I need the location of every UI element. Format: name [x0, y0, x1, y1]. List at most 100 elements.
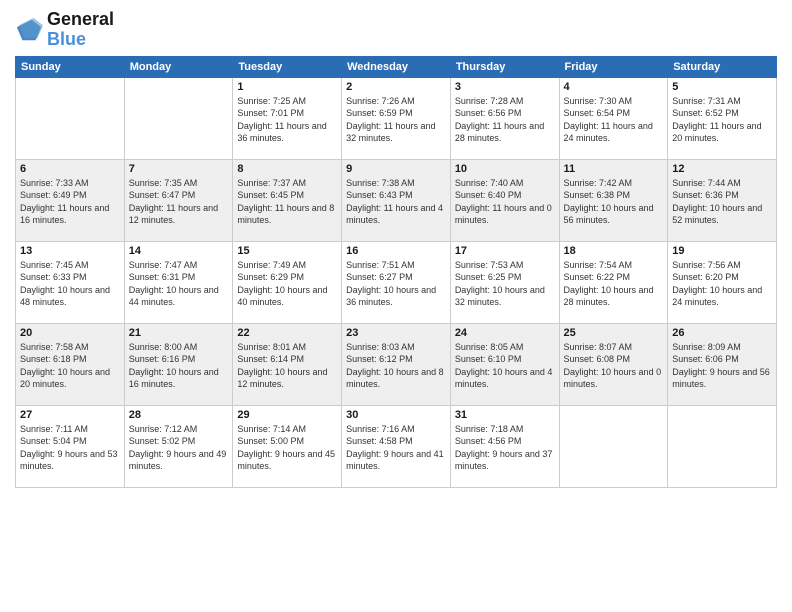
calendar-week-row: 20Sunrise: 7:58 AM Sunset: 6:18 PM Dayli… [16, 323, 777, 405]
table-row: 18Sunrise: 7:54 AM Sunset: 6:22 PM Dayli… [559, 241, 668, 323]
day-number: 26 [672, 327, 772, 339]
day-info: Sunrise: 7:25 AM Sunset: 7:01 PM Dayligh… [237, 95, 337, 145]
col-saturday: Saturday [668, 56, 777, 77]
col-thursday: Thursday [450, 56, 559, 77]
calendar-week-row: 13 Sunrise: 7:45 AM Sunset: 6:33 PM Dayli… [16, 241, 777, 323]
col-sunday: Sunday [16, 56, 125, 77]
table-row [124, 77, 233, 159]
day-number: 12 [672, 163, 772, 175]
day-info: Sunrise: 7:30 AM Sunset: 6:54 PM Dayligh… [564, 95, 664, 145]
day-number: 16 [346, 245, 446, 257]
day-info: Sunrise: 7:47 AM Sunset: 6:31 PM Dayligh… [129, 259, 229, 309]
day-info: Sunrise: 7:28 AM Sunset: 6:56 PM Dayligh… [455, 95, 555, 145]
day-number: 27 [20, 409, 120, 421]
table-row: 11Sunrise: 7:42 AM Sunset: 6:38 PM Dayli… [559, 159, 668, 241]
table-row: 14 Sunrise: 7:47 AM Sunset: 6:31 PM Dayli… [124, 241, 233, 323]
table-row: 15Sunrise: 7:49 AM Sunset: 6:29 PM Dayli… [233, 241, 342, 323]
day-number: 25 [564, 327, 664, 339]
day-info: Sunrise: 7:53 AM Sunset: 6:25 PM Dayligh… [455, 259, 555, 309]
day-number: 13 [20, 245, 120, 257]
day-info: Sunrise: 7:44 AM Sunset: 6:36 PM Dayligh… [672, 177, 772, 227]
table-row: 21 Sunrise: 8:00 AM Sunset: 6:16 PM Dayli… [124, 323, 233, 405]
day-number: 28 [129, 409, 229, 421]
table-row: 4 Sunrise: 7:30 AM Sunset: 6:54 PM Daylig… [559, 77, 668, 159]
day-number: 15 [237, 245, 337, 257]
day-info: Sunrise: 8:00 AM Sunset: 6:16 PM Dayligh… [129, 341, 229, 391]
day-info: Sunrise: 7:45 AM Sunset: 6:33 PM Dayligh… [20, 259, 120, 309]
day-info: Sunrise: 7:11 AM Sunset: 5:04 PM Dayligh… [20, 423, 120, 473]
day-number: 9 [346, 163, 446, 175]
table-row: 26Sunrise: 8:09 AM Sunset: 6:06 PM Dayli… [668, 323, 777, 405]
table-row: 8Sunrise: 7:37 AM Sunset: 6:45 PM Daylig… [233, 159, 342, 241]
table-row: 9 Sunrise: 7:38 AM Sunset: 6:43 PM Daylig… [342, 159, 451, 241]
table-row: 7 Sunrise: 7:35 AM Sunset: 6:47 PM Daylig… [124, 159, 233, 241]
day-number: 21 [129, 327, 229, 339]
day-info: Sunrise: 7:14 AM Sunset: 5:00 PM Dayligh… [237, 423, 337, 473]
day-number: 4 [564, 81, 664, 93]
table-row: 10 Sunrise: 7:40 AM Sunset: 6:40 PM Dayli… [450, 159, 559, 241]
day-info: Sunrise: 7:26 AM Sunset: 6:59 PM Dayligh… [346, 95, 446, 145]
table-row [668, 405, 777, 487]
table-row: 25 Sunrise: 8:07 AM Sunset: 6:08 PM Dayli… [559, 323, 668, 405]
day-number: 19 [672, 245, 772, 257]
table-row: 5 Sunrise: 7:31 AM Sunset: 6:52 PM Daylig… [668, 77, 777, 159]
table-row [16, 77, 125, 159]
day-info: Sunrise: 8:01 AM Sunset: 6:14 PM Dayligh… [237, 341, 337, 391]
col-tuesday: Tuesday [233, 56, 342, 77]
day-number: 3 [455, 81, 555, 93]
table-row: 2 Sunrise: 7:26 AM Sunset: 6:59 PM Daylig… [342, 77, 451, 159]
col-friday: Friday [559, 56, 668, 77]
logo-blue: Blue [47, 30, 114, 50]
calendar-week-row: 1 Sunrise: 7:25 AM Sunset: 7:01 PM Daylig… [16, 77, 777, 159]
col-monday: Monday [124, 56, 233, 77]
day-number: 17 [455, 245, 555, 257]
day-number: 6 [20, 163, 120, 175]
day-info: Sunrise: 7:33 AM Sunset: 6:49 PM Dayligh… [20, 177, 120, 227]
day-info: Sunrise: 7:16 AM Sunset: 4:58 PM Dayligh… [346, 423, 446, 473]
day-number: 31 [455, 409, 555, 421]
day-number: 22 [237, 327, 337, 339]
table-row: 1 Sunrise: 7:25 AM Sunset: 7:01 PM Daylig… [233, 77, 342, 159]
day-number: 30 [346, 409, 446, 421]
logo: General Blue [15, 10, 114, 50]
day-number: 14 [129, 245, 229, 257]
table-row: 20Sunrise: 7:58 AM Sunset: 6:18 PM Dayli… [16, 323, 125, 405]
day-info: Sunrise: 7:31 AM Sunset: 6:52 PM Dayligh… [672, 95, 772, 145]
day-number: 1 [237, 81, 337, 93]
logo-general: General [47, 10, 114, 30]
day-info: Sunrise: 7:40 AM Sunset: 6:40 PM Dayligh… [455, 177, 555, 227]
day-info: Sunrise: 8:07 AM Sunset: 6:08 PM Dayligh… [564, 341, 664, 391]
day-info: Sunrise: 7:35 AM Sunset: 6:47 PM Dayligh… [129, 177, 229, 227]
day-info: Sunrise: 8:03 AM Sunset: 6:12 PM Dayligh… [346, 341, 446, 391]
day-number: 18 [564, 245, 664, 257]
day-info: Sunrise: 7:37 AM Sunset: 6:45 PM Dayligh… [237, 177, 337, 227]
table-row: 30 Sunrise: 7:16 AM Sunset: 4:58 PM Dayli… [342, 405, 451, 487]
day-info: Sunrise: 8:05 AM Sunset: 6:10 PM Dayligh… [455, 341, 555, 391]
table-row: 31 Sunrise: 7:18 AM Sunset: 4:56 PM Dayli… [450, 405, 559, 487]
day-number: 11 [564, 163, 664, 175]
table-row: 12 Sunrise: 7:44 AM Sunset: 6:36 PM Dayli… [668, 159, 777, 241]
day-number: 23 [346, 327, 446, 339]
table-row: 17 Sunrise: 7:53 AM Sunset: 6:25 PM Dayli… [450, 241, 559, 323]
table-row: 19Sunrise: 7:56 AM Sunset: 6:20 PM Dayli… [668, 241, 777, 323]
day-number: 29 [237, 409, 337, 421]
table-row: 29 Sunrise: 7:14 AM Sunset: 5:00 PM Dayli… [233, 405, 342, 487]
table-row: 3 Sunrise: 7:28 AM Sunset: 6:56 PM Daylig… [450, 77, 559, 159]
day-info: Sunrise: 7:38 AM Sunset: 6:43 PM Dayligh… [346, 177, 446, 227]
day-number: 2 [346, 81, 446, 93]
table-row [559, 405, 668, 487]
calendar-week-row: 6 Sunrise: 7:33 AM Sunset: 6:49 PM Daylig… [16, 159, 777, 241]
table-row: 13 Sunrise: 7:45 AM Sunset: 6:33 PM Dayli… [16, 241, 125, 323]
table-row: 28 Sunrise: 7:12 AM Sunset: 5:02 PM Dayli… [124, 405, 233, 487]
day-info: Sunrise: 7:18 AM Sunset: 4:56 PM Dayligh… [455, 423, 555, 473]
table-row: 24Sunrise: 8:05 AM Sunset: 6:10 PM Dayli… [450, 323, 559, 405]
day-info: Sunrise: 7:51 AM Sunset: 6:27 PM Dayligh… [346, 259, 446, 309]
day-number: 7 [129, 163, 229, 175]
day-number: 10 [455, 163, 555, 175]
logo-text: General Blue [47, 10, 114, 50]
logo-icon [15, 16, 43, 44]
day-info: Sunrise: 7:12 AM Sunset: 5:02 PM Dayligh… [129, 423, 229, 473]
table-row: 16 Sunrise: 7:51 AM Sunset: 6:27 PM Dayli… [342, 241, 451, 323]
day-number: 5 [672, 81, 772, 93]
header: General Blue [15, 10, 777, 50]
